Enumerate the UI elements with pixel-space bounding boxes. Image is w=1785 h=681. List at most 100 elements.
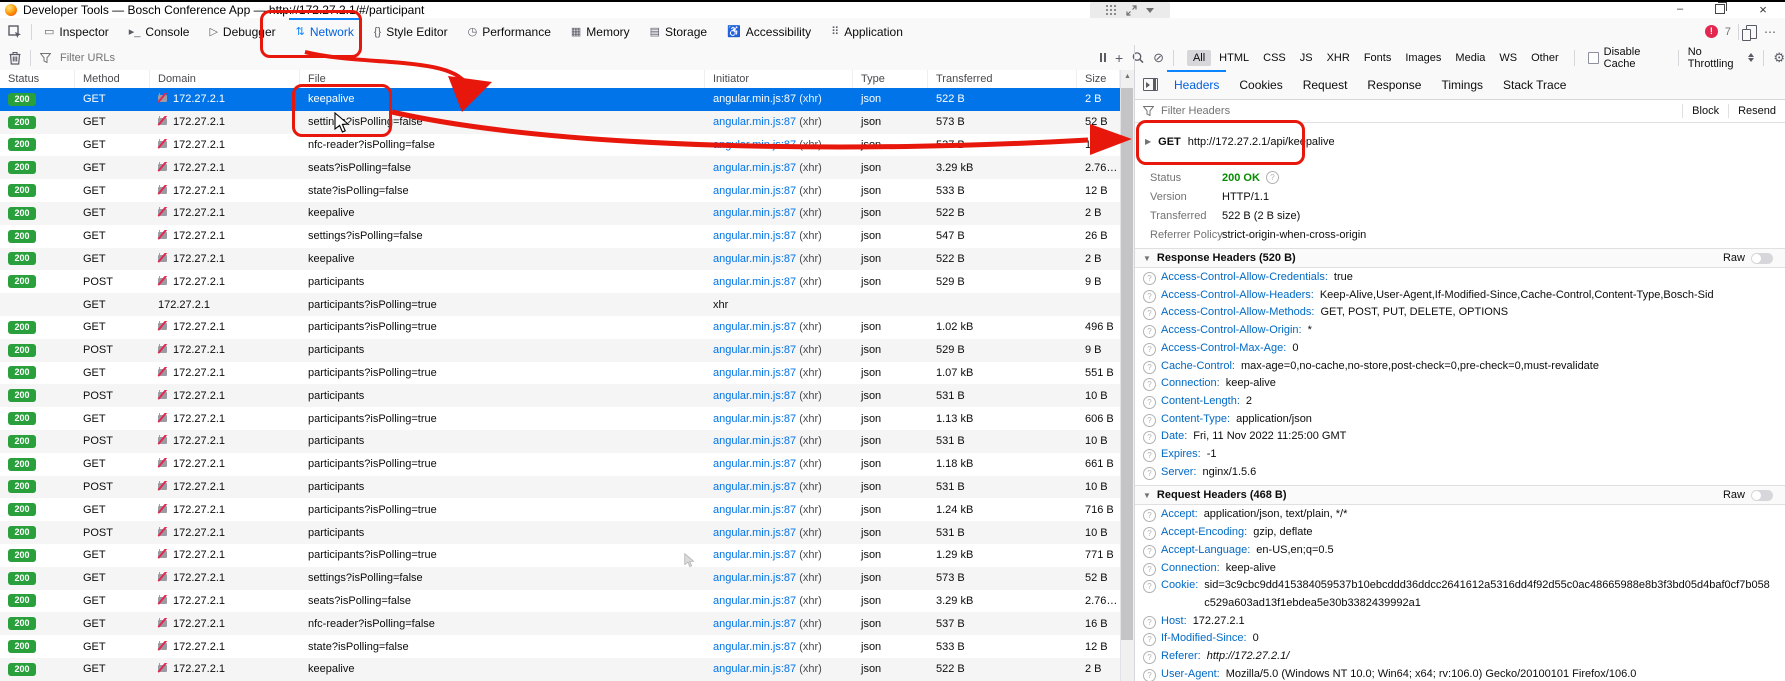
details-tab-headers[interactable]: Headers [1164, 70, 1229, 99]
disable-cache-control[interactable]: Disable Cache [1588, 46, 1669, 70]
pause-icon[interactable] [1100, 53, 1106, 62]
gear-icon[interactable]: ⚙ [1773, 50, 1785, 66]
request-row[interactable]: 200GET172.27.2.1participants?isPolling=t… [0, 544, 1120, 567]
request-row[interactable]: 200POST172.27.2.1participantsangular.min… [0, 384, 1120, 407]
details-tab-response[interactable]: Response [1357, 70, 1431, 99]
request-row[interactable]: 200GET172.27.2.1keepaliveangular.min.js:… [0, 658, 1120, 681]
help-icon[interactable]: ? [1143, 290, 1156, 303]
panel-toggle-icon[interactable] [1143, 78, 1158, 91]
help-icon[interactable]: ? [1143, 580, 1156, 593]
request-row[interactable]: 200GET172.27.2.1nfc-reader?isPolling=fal… [0, 612, 1120, 635]
request-row[interactable]: 200GET172.27.2.1participants?isPolling=t… [0, 316, 1120, 339]
filter-headers-input[interactable]: Filter Headers [1161, 105, 1230, 117]
initiator-link[interactable]: angular.min.js:87 [713, 139, 796, 151]
request-row[interactable]: 200GET172.27.2.1participants?isPolling=t… [0, 407, 1120, 430]
filter-css[interactable]: CSS [1257, 50, 1292, 66]
raw-toggle[interactable] [1751, 253, 1773, 264]
raw-toggle[interactable] [1751, 490, 1773, 501]
initiator-link[interactable]: angular.min.js:87 [713, 618, 796, 630]
initiator-link[interactable]: angular.min.js:87 [713, 207, 796, 219]
responsive-design-icon[interactable] [1746, 25, 1757, 39]
column-header-method[interactable]: Method [75, 70, 150, 88]
request-row[interactable]: 200GET172.27.2.1seats?isPolling=falseang… [0, 156, 1120, 179]
initiator-link[interactable]: angular.min.js:87 [713, 230, 796, 242]
request-row[interactable]: 200GET172.27.2.1settings?isPolling=false… [0, 111, 1120, 134]
help-icon[interactable]: ? [1143, 325, 1156, 338]
column-header-file[interactable]: File [300, 70, 705, 88]
help-icon[interactable]: ? [1143, 616, 1156, 629]
initiator-link[interactable]: angular.min.js:87 [713, 321, 796, 333]
tab-inspector[interactable]: ▭Inspector [34, 18, 119, 45]
help-icon[interactable]: ? [1143, 343, 1156, 356]
request-url-line[interactable]: ▶ GET http://172.27.2.1/api/keepalive [1135, 123, 1785, 160]
initiator-link[interactable]: angular.min.js:87 [713, 641, 796, 653]
help-icon[interactable]: ? [1143, 414, 1156, 427]
initiator-link[interactable]: angular.min.js:87 [713, 344, 796, 356]
request-row[interactable]: 200GET172.27.2.1participants?isPolling=t… [0, 498, 1120, 521]
chevron-down-icon[interactable] [1146, 8, 1154, 13]
filter-urls-input[interactable]: Filter URLs [60, 52, 115, 64]
help-icon[interactable]: ? [1143, 467, 1156, 480]
column-header-size[interactable]: Size [1077, 70, 1120, 88]
filter-ws[interactable]: WS [1493, 50, 1523, 66]
tab-debugger[interactable]: ▷Debugger [199, 18, 285, 45]
details-tab-cookies[interactable]: Cookies [1229, 70, 1292, 99]
initiator-link[interactable]: angular.min.js:87 [713, 276, 796, 288]
restore-button[interactable] [1705, 2, 1735, 18]
help-icon[interactable]: ? [1266, 171, 1279, 184]
initiator-link[interactable]: angular.min.js:87 [713, 572, 796, 584]
grid-icon[interactable] [1106, 5, 1117, 16]
minimize-button[interactable]: – [1665, 2, 1695, 18]
filter-all[interactable]: All [1187, 50, 1211, 66]
request-row[interactable]: 200GET172.27.2.1participants?isPolling=t… [0, 362, 1120, 385]
error-count[interactable]: 7 [1725, 26, 1731, 38]
meatball-menu-icon[interactable]: ⋯ [1764, 25, 1777, 39]
initiator-link[interactable]: angular.min.js:87 [713, 527, 796, 539]
initiator-link[interactable]: angular.min.js:87 [713, 185, 796, 197]
filter-js[interactable]: JS [1294, 50, 1319, 66]
filter-other[interactable]: Other [1525, 50, 1565, 66]
tab-application[interactable]: ⠿Application [821, 18, 913, 45]
tab-performance[interactable]: ◷Performance [458, 18, 561, 45]
filter-fonts[interactable]: Fonts [1358, 50, 1398, 66]
initiator-link[interactable]: angular.min.js:87 [713, 481, 796, 493]
help-icon[interactable]: ? [1143, 545, 1156, 558]
initiator-link[interactable]: angular.min.js:87 [713, 162, 796, 174]
clear-requests-button[interactable] [9, 51, 21, 65]
add-request-icon[interactable]: + [1115, 53, 1123, 63]
filter-media[interactable]: Media [1449, 50, 1491, 66]
initiator-link[interactable]: angular.min.js:87 [713, 367, 796, 379]
help-icon[interactable]: ? [1143, 527, 1156, 540]
tab-memory[interactable]: ▦Memory [561, 18, 640, 45]
initiator-link[interactable]: angular.min.js:87 [713, 504, 796, 516]
column-header-domain[interactable]: Domain [150, 70, 300, 88]
resend-button[interactable]: Resend [1728, 104, 1785, 117]
block-button[interactable]: Block [1682, 104, 1728, 117]
tab-storage[interactable]: ▤Storage [640, 18, 717, 45]
help-icon[interactable]: ? [1143, 378, 1156, 391]
scrollbar-thumb[interactable] [1121, 88, 1133, 640]
request-row[interactable]: 200POST172.27.2.1participantsangular.min… [0, 521, 1120, 544]
request-row[interactable]: 200POST172.27.2.1participantsangular.min… [0, 430, 1120, 453]
column-header-transferred[interactable]: Transferred [928, 70, 1077, 88]
filter-images[interactable]: Images [1399, 50, 1447, 66]
scroll-up-icon[interactable]: ▲ [1121, 70, 1134, 84]
help-icon[interactable]: ? [1143, 431, 1156, 444]
request-row[interactable]: 200GET172.27.2.1state?isPolling=falseang… [0, 179, 1120, 202]
request-row[interactable]: 200GET172.27.2.1nfc-reader?isPolling=fal… [0, 134, 1120, 157]
initiator-link[interactable]: angular.min.js:87 [713, 116, 796, 128]
throttling-select[interactable]: No Throttling [1688, 46, 1755, 70]
request-row[interactable]: 200GET172.27.2.1keepaliveangular.min.js:… [0, 202, 1120, 225]
response-headers-section[interactable]: ▼ Response Headers (520 B) Raw [1135, 248, 1785, 268]
request-headers-section[interactable]: ▼ Request Headers (468 B) Raw [1135, 485, 1785, 505]
help-icon[interactable]: ? [1143, 669, 1156, 681]
request-row[interactable]: 200GET172.27.2.1keepaliveangular.min.js:… [0, 248, 1120, 271]
initiator-link[interactable]: angular.min.js:87 [713, 435, 796, 447]
section-collapse-icon[interactable]: ▼ [1143, 254, 1151, 263]
column-header-type[interactable]: Type [853, 70, 928, 88]
filter-html[interactable]: HTML [1213, 50, 1255, 66]
expand-icon[interactable] [1126, 5, 1137, 16]
request-row[interactable]: 200GET172.27.2.1seats?isPolling=falseang… [0, 590, 1120, 613]
column-header-status[interactable]: Status [0, 70, 75, 88]
details-tab-request[interactable]: Request [1293, 70, 1358, 99]
